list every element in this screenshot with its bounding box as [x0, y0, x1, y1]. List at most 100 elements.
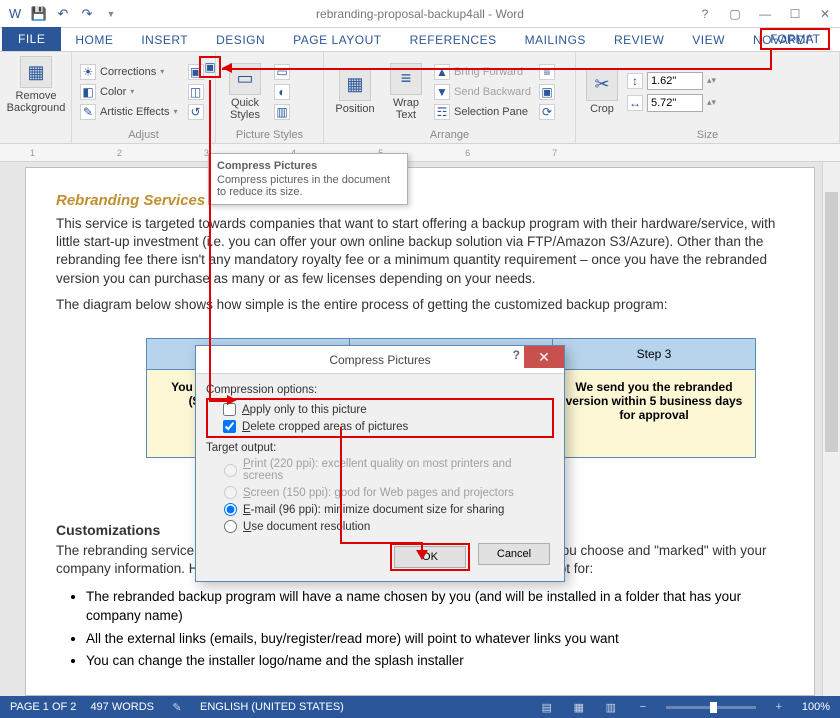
email-radio-row[interactable]: E-mail (96 ppi): minimize document size …	[206, 501, 554, 518]
annotation-arrowhead-3	[416, 550, 428, 560]
annotation-arrow-2	[209, 80, 211, 400]
scrollbar-thumb[interactable]	[825, 192, 838, 452]
corrections-icon: ☀	[80, 64, 96, 80]
align-button[interactable]: ≡	[537, 63, 557, 81]
tab-file[interactable]: FILE	[2, 27, 61, 51]
height-icon: ↕	[627, 73, 643, 89]
selection-pane-button[interactable]: ☶Selection Pane	[432, 103, 533, 121]
selpane-label: Selection Pane	[454, 106, 528, 118]
ok-button[interactable]: OK	[394, 546, 466, 568]
undo-icon[interactable]: ↶	[52, 3, 74, 25]
crop-button[interactable]: ✂Crop	[582, 56, 622, 127]
redo-icon[interactable]: ↷	[76, 3, 98, 25]
artistic-effects-button[interactable]: ✎Artistic Effects▾	[78, 103, 180, 121]
tab-review[interactable]: REVIEW	[600, 29, 678, 51]
group-remove-bg: ▦ Remove Background	[0, 52, 72, 143]
reset-picture-button[interactable]: ↺	[186, 103, 206, 121]
minimize-icon[interactable]: —	[750, 2, 780, 26]
compress-highlight: ▣	[199, 56, 221, 78]
bring-forward-button[interactable]: ▲Bring Forward	[432, 63, 533, 81]
screen-radio	[224, 486, 237, 499]
read-mode-icon[interactable]: ▤	[538, 699, 556, 715]
remove-background-button[interactable]: ▦ Remove Background	[6, 56, 66, 114]
horizontal-ruler[interactable]: 1234567	[0, 144, 840, 162]
print-layout-icon[interactable]: ▦	[570, 699, 588, 715]
vertical-scrollbar[interactable]	[822, 162, 840, 696]
picture-layout-button[interactable]: ▥	[272, 103, 292, 121]
status-zoom[interactable]: 100%	[802, 701, 830, 713]
dialog-help-icon[interactable]: ?	[513, 348, 520, 362]
tab-design[interactable]: DESIGN	[202, 29, 279, 51]
dialog-buttons: OK Cancel	[206, 535, 554, 571]
group-icon: ▣	[539, 84, 555, 100]
quick-access-toolbar: W 💾 ↶ ↷ ▼	[0, 1, 126, 27]
change-picture-icon: ◫	[188, 84, 204, 100]
tab-references[interactable]: REFERENCES	[396, 29, 511, 51]
dialog-title-text: Compress Pictures	[329, 353, 430, 367]
usedoc-radio[interactable]	[224, 520, 237, 533]
picture-border-button[interactable]: ▭	[272, 63, 292, 81]
tab-format[interactable]: FORMAT	[760, 28, 830, 50]
group-button[interactable]: ▣	[537, 83, 557, 101]
tab-page-layout[interactable]: PAGE LAYOUT	[279, 29, 395, 51]
position-button[interactable]: ▦ Position	[330, 56, 380, 127]
send-backward-button[interactable]: ▼Send Backward	[432, 83, 533, 101]
pic-layout-icon: ▥	[274, 104, 290, 120]
spellcheck-icon[interactable]: ✎	[168, 699, 186, 715]
wrap-label: Wrap Text	[384, 97, 428, 121]
corrections-button[interactable]: ☀Corrections▾	[78, 63, 180, 81]
zoom-in-icon[interactable]: +	[770, 699, 788, 715]
dialog-titlebar[interactable]: Compress Pictures ? ✕	[196, 346, 564, 374]
picture-effects-button[interactable]: ◐	[272, 83, 292, 101]
doc-para-1: This service is targeted towards compani…	[56, 215, 784, 288]
crop-icon: ✂	[586, 69, 618, 101]
rotate-icon: ⟳	[539, 104, 555, 120]
delete-cropped-checkbox-row[interactable]: Delete cropped areas of pictures	[209, 418, 551, 435]
spinner-icon[interactable]: ▴▾	[707, 97, 716, 108]
usedoc-radio-row[interactable]: Use document resolution	[206, 518, 554, 535]
save-icon[interactable]: 💾	[28, 3, 50, 25]
web-layout-icon[interactable]: ▥	[602, 699, 620, 715]
window-title: rebranding-proposal-backup4all - Word	[316, 7, 524, 21]
wrap-text-button[interactable]: ≡Wrap Text	[384, 56, 428, 127]
color-button[interactable]: ◧Color▾	[78, 83, 180, 101]
delete-cropped-checkbox[interactable]	[223, 420, 236, 433]
position-icon: ▦	[339, 69, 371, 101]
maximize-icon[interactable]: ☐	[780, 2, 810, 26]
list-item: All the external links (emails, buy/regi…	[86, 629, 784, 649]
tooltip-title: Compress Pictures	[217, 160, 399, 172]
ribbon-options-icon[interactable]: ▢	[720, 2, 750, 26]
corrections-label: Corrections	[100, 66, 156, 78]
email-radio[interactable]	[224, 503, 237, 516]
reset-picture-icon: ↺	[188, 104, 204, 120]
tab-home[interactable]: HOME	[61, 29, 127, 51]
status-page[interactable]: PAGE 1 OF 2	[10, 701, 76, 713]
tab-mailings[interactable]: MAILINGS	[511, 29, 600, 51]
tab-insert[interactable]: INSERT	[127, 29, 202, 51]
height-input[interactable]	[647, 72, 703, 90]
rotate-button[interactable]: ⟳	[537, 103, 557, 121]
tab-view[interactable]: VIEW	[678, 29, 739, 51]
help-icon[interactable]: ?	[690, 2, 720, 26]
qat-customize-icon[interactable]: ▼	[100, 3, 122, 25]
list-item: The rebranded backup program will have a…	[86, 587, 784, 626]
apply-only-checkbox-row[interactable]: Apply only to this picture	[209, 401, 551, 418]
spinner-icon[interactable]: ▴▾	[707, 75, 716, 86]
change-picture-button[interactable]: ◫	[186, 83, 206, 101]
status-lang[interactable]: ENGLISH (UNITED STATES)	[200, 701, 344, 713]
status-bar: PAGE 1 OF 2 497 WORDS ✎ ENGLISH (UNITED …	[0, 696, 840, 718]
status-words[interactable]: 497 WORDS	[90, 701, 154, 713]
zoom-slider[interactable]	[666, 706, 756, 709]
artistic-icon: ✎	[80, 104, 96, 120]
compression-options-label: Compression options:	[206, 384, 554, 396]
send-back-icon: ▼	[434, 84, 450, 100]
cancel-button[interactable]: Cancel	[478, 543, 550, 565]
width-input[interactable]	[647, 94, 703, 112]
color-label: Color	[100, 86, 126, 98]
dialog-close-button[interactable]: ✕	[524, 346, 564, 368]
close-icon[interactable]: ✕	[810, 2, 840, 26]
zoom-thumb[interactable]	[710, 702, 717, 713]
border-icon: ▭	[274, 64, 290, 80]
zoom-out-icon[interactable]: −	[634, 699, 652, 715]
position-label: Position	[335, 103, 374, 115]
